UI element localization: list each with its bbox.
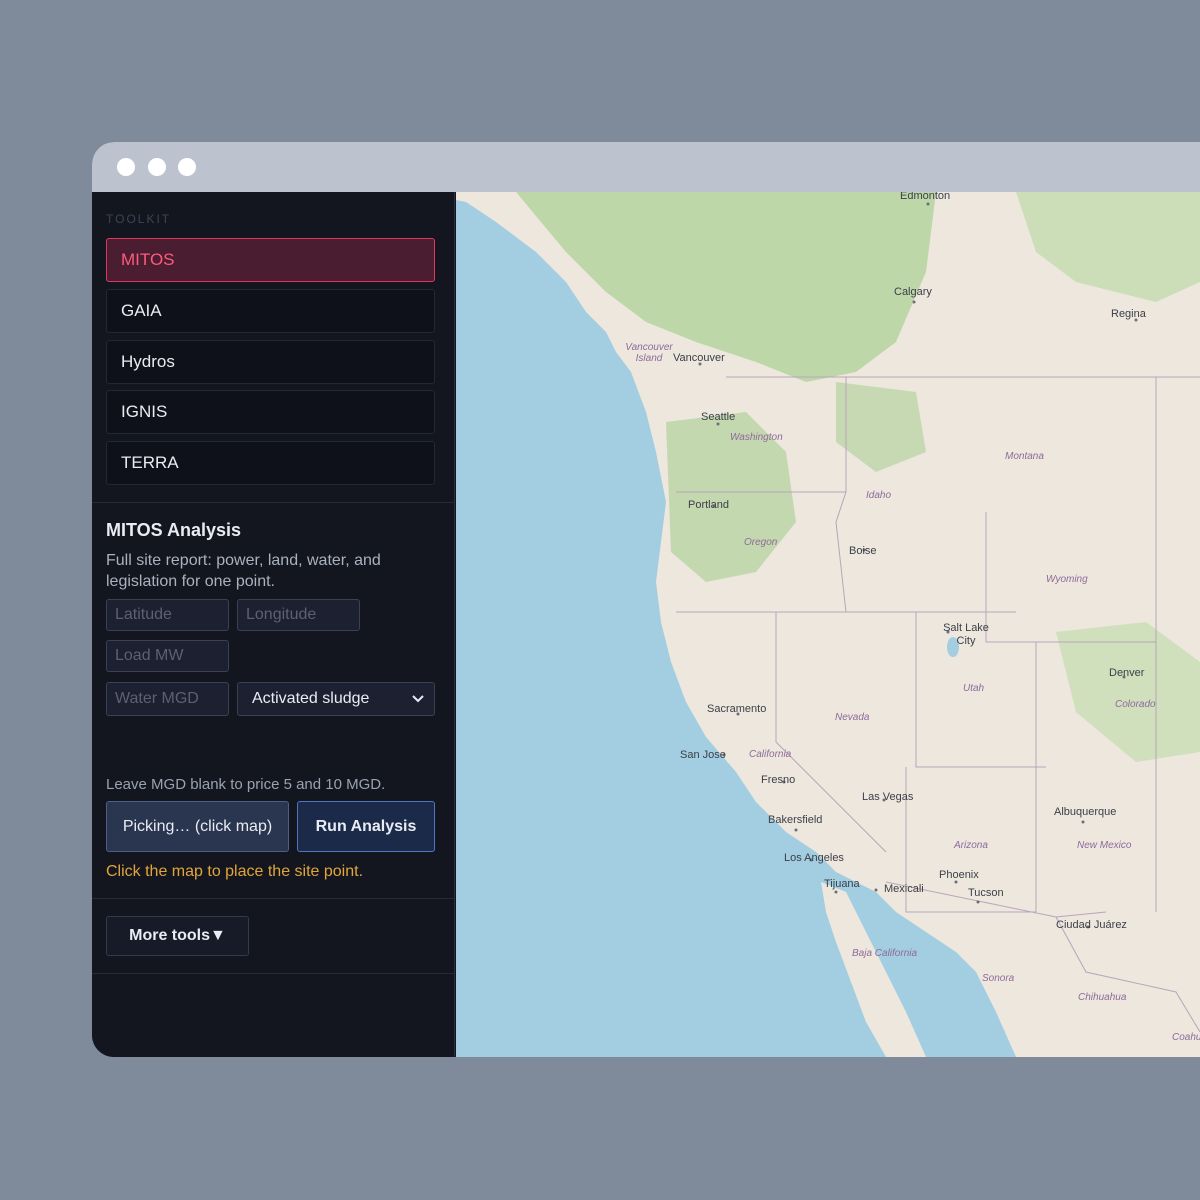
region-label: Montana [1005, 451, 1044, 462]
toolkit-section-label: TOOLKIT [106, 212, 172, 226]
region-label: Utah [963, 683, 985, 694]
triangle-down-icon: ▼ [210, 927, 226, 944]
city-label: Regina [1111, 308, 1146, 320]
region-label: Baja California [852, 948, 918, 959]
city-label: Boise [849, 545, 877, 557]
region-label: Sonora [982, 973, 1015, 984]
sidebar-divider [92, 973, 455, 974]
city-label: Tijuana [824, 878, 860, 890]
region-label: Wyoming [1046, 574, 1088, 585]
run-analysis-button[interactable]: Run Analysis [297, 801, 435, 852]
city-label: Albuquerque [1054, 806, 1117, 818]
window-dot-close[interactable] [117, 158, 135, 176]
city-label: Tucson [968, 887, 1004, 899]
city-label: Denver [1109, 667, 1145, 679]
lake [810, 983, 822, 1001]
region-label: New Mexico [1077, 840, 1132, 851]
window-dot-minimize[interactable] [148, 158, 166, 176]
region-label: Nevada [835, 712, 870, 723]
run-analysis-button-label: Run Analysis [315, 818, 417, 835]
load-mw-input[interactable] [106, 640, 229, 672]
app-window: TOOLKIT MITOS GAIA Hydros IGNIS TERRA MI… [92, 142, 1200, 1057]
tool-item-ignis[interactable]: IGNIS [106, 390, 435, 434]
tool-item-gaia[interactable]: GAIA [106, 289, 435, 333]
region-label: Oregon [744, 537, 778, 548]
city-label: Los Angeles [784, 852, 844, 864]
status-message: Click the map to place the site point. [106, 863, 364, 880]
city-label: Salt Lake City [943, 622, 989, 647]
city-label: Calgary [894, 286, 932, 298]
more-tools-button[interactable]: More tools▼ [106, 916, 249, 956]
water-mgd-input[interactable] [106, 682, 229, 716]
city-label: Fresno [761, 774, 796, 786]
tool-item-hydros[interactable]: Hydros [106, 340, 435, 384]
treatment-select[interactable]: Activated sludge [237, 682, 435, 716]
city-label: Seattle [701, 411, 736, 423]
city-label: Ciudad Juárez [1056, 919, 1127, 931]
region-label: Vancouver Island [625, 342, 673, 364]
region-label: Idaho [866, 490, 892, 501]
tool-item-mitos[interactable]: MITOS [106, 238, 435, 282]
region-label: Coahu [1172, 1032, 1200, 1043]
treatment-select-value: Activated sludge [252, 690, 370, 707]
city-label: Sacramento [707, 703, 767, 715]
city-label: Portland [688, 499, 729, 511]
region-label: Chihuahua [1078, 992, 1127, 1003]
city-label: Bakersfield [768, 814, 823, 826]
analysis-title: MITOS Analysis [106, 520, 242, 540]
city-label: Las Vegas [862, 791, 914, 803]
region-label: California [749, 749, 792, 760]
sidebar-divider [92, 502, 455, 503]
mgd-hint: Leave MGD blank to price 5 and 10 MGD. [106, 776, 386, 793]
chevron-down-icon [412, 683, 424, 726]
region-label: Colorado [1115, 699, 1156, 710]
map-view[interactable]: Edmonton Calgary Regina Vancouver Seattl… [456, 192, 1200, 1057]
tool-item-terra[interactable]: TERRA [106, 441, 435, 485]
window-titlebar [92, 142, 1200, 192]
region-label: Arizona [954, 840, 988, 851]
analysis-description: Full site report: power, land, water, an… [106, 552, 381, 590]
window-dot-maximize[interactable] [178, 158, 196, 176]
city-label: Mexicali [884, 883, 924, 895]
city-label: Phoenix [939, 869, 979, 881]
sidebar-divider [92, 898, 455, 899]
city-label: San Jose [680, 749, 726, 761]
sidebar: TOOLKIT MITOS GAIA Hydros IGNIS TERRA MI… [92, 192, 455, 1057]
pick-on-map-button[interactable]: Picking… (click map) [106, 801, 289, 852]
latitude-input[interactable] [106, 599, 229, 631]
region-label: Washington [730, 432, 783, 443]
pick-on-map-button-label: Picking… (click map) [122, 818, 273, 835]
more-tools-label: More tools [129, 927, 211, 944]
city-label: Vancouver [673, 352, 725, 364]
city-label: Edmonton [900, 192, 951, 202]
longitude-input[interactable] [237, 599, 360, 631]
